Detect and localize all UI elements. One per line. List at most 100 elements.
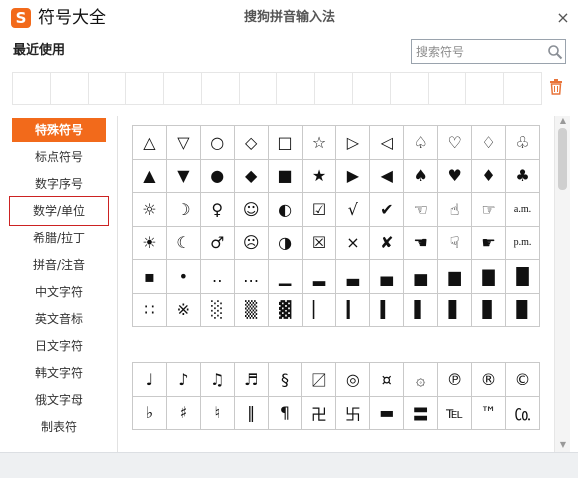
symbol-cell[interactable]: △	[132, 125, 167, 160]
sidebar-item[interactable]: 拼音/注音	[12, 253, 106, 277]
symbol-cell[interactable]: ♀	[199, 192, 235, 227]
symbol-cell[interactable]: ▇	[471, 259, 506, 294]
symbol-cell[interactable]: ★	[301, 158, 337, 193]
symbol-cell[interactable]: ▊	[471, 292, 506, 327]
symbol-cell[interactable]: ▎	[335, 292, 371, 327]
symbol-cell[interactable]: ▒	[233, 292, 269, 327]
symbol-cell[interactable]: ◎	[335, 362, 371, 397]
symbol-cell[interactable]: ▉	[504, 292, 541, 327]
symbol-cell[interactable]: …	[233, 259, 269, 294]
symbol-cell[interactable]: ♤	[403, 125, 439, 160]
symbol-cell[interactable]: ☒	[301, 225, 337, 260]
symbol-cell[interactable]: ☚	[403, 225, 439, 260]
symbol-cell[interactable]: ▍	[369, 292, 405, 327]
recent-symbol-cell[interactable]	[126, 73, 165, 104]
symbol-cell[interactable]: ♯	[165, 395, 201, 430]
close-button[interactable]: ×	[555, 10, 571, 26]
scrollbar[interactable]: ▲ ▼	[554, 116, 570, 452]
sidebar-item[interactable]: 中文字符	[12, 280, 106, 304]
symbol-cell[interactable]: ℡	[437, 395, 473, 430]
symbol-cell[interactable]: ♢	[471, 125, 506, 160]
symbol-cell[interactable]: ▪	[132, 259, 167, 294]
recent-symbol-cell[interactable]	[164, 73, 202, 104]
symbol-cell[interactable]: ▬	[369, 395, 405, 430]
symbol-cell[interactable]: ▋	[437, 292, 473, 327]
symbol-cell[interactable]: ▼	[165, 158, 201, 193]
symbol-cell[interactable]: ◑	[267, 225, 303, 260]
symbol-cell[interactable]: ☆	[301, 125, 337, 160]
symbol-cell[interactable]: ♂	[199, 225, 235, 260]
symbol-cell[interactable]: ▆	[437, 259, 473, 294]
scroll-down-arrow-icon[interactable]: ▼	[558, 440, 568, 450]
symbol-cell[interactable]: ◀	[369, 158, 405, 193]
recent-symbol-cell[interactable]	[466, 73, 505, 104]
symbol-cell[interactable]: ♬	[233, 362, 269, 397]
recent-symbol-cell[interactable]	[353, 73, 391, 104]
symbol-cell[interactable]: ▌	[403, 292, 439, 327]
recent-symbol-cell[interactable]	[89, 73, 127, 104]
symbol-cell[interactable]: ▃	[335, 259, 371, 294]
sidebar-item[interactable]: 数学/单位	[9, 196, 109, 226]
symbol-cell[interactable]: ◆	[233, 158, 269, 193]
symbol-cell[interactable]: ☛	[471, 225, 506, 260]
symbol-cell[interactable]: p.m.	[504, 225, 541, 260]
recent-symbol-cell[interactable]	[202, 73, 240, 104]
search-box[interactable]	[411, 39, 566, 64]
symbol-cell[interactable]: §	[267, 362, 303, 397]
symbol-cell[interactable]: ▂	[301, 259, 337, 294]
symbol-cell[interactable]: □	[267, 125, 303, 160]
symbol-cell[interactable]: ℗	[437, 362, 473, 397]
recent-symbol-cell[interactable]	[429, 73, 467, 104]
symbol-cell[interactable]: ♥	[437, 158, 473, 193]
search-icon[interactable]	[547, 44, 563, 60]
recent-symbol-cell[interactable]	[391, 73, 429, 104]
symbol-cell[interactable]: ☹	[233, 225, 269, 260]
symbol-cell[interactable]: ¶	[267, 395, 303, 430]
symbol-cell[interactable]: ✔	[369, 192, 405, 227]
symbol-cell[interactable]: ۞	[403, 362, 439, 397]
symbol-cell[interactable]: ▽	[165, 125, 201, 160]
sidebar-item[interactable]: 特殊符号	[12, 118, 106, 142]
symbol-cell[interactable]: ♫	[199, 362, 235, 397]
symbol-cell[interactable]: ☞	[471, 192, 506, 227]
sidebar-item[interactable]: 标点符号	[12, 145, 106, 169]
sidebar-item[interactable]: 数字序号	[12, 172, 106, 196]
symbol-cell[interactable]: ▓	[267, 292, 303, 327]
symbol-cell[interactable]: ♩	[132, 362, 167, 397]
recent-symbol-cell[interactable]	[240, 73, 278, 104]
symbol-cell[interactable]: ▄	[369, 259, 405, 294]
symbol-cell[interactable]: ¤	[369, 362, 405, 397]
search-input[interactable]	[416, 43, 544, 61]
symbol-cell[interactable]: ▁	[267, 259, 303, 294]
symbol-cell[interactable]: ■	[267, 158, 303, 193]
symbol-cell[interactable]: ‥	[199, 259, 235, 294]
symbol-cell[interactable]: ☑	[301, 192, 337, 227]
sidebar-item[interactable]: 韩文字符	[12, 361, 106, 385]
symbol-cell[interactable]: 卍	[301, 395, 337, 430]
symbol-cell[interactable]: 〓	[403, 395, 439, 430]
symbol-cell[interactable]: ∷	[132, 292, 167, 327]
symbol-cell[interactable]: ×	[335, 225, 371, 260]
symbol-cell[interactable]: ▶	[335, 158, 371, 193]
symbol-cell[interactable]: ✘	[369, 225, 405, 260]
symbol-cell[interactable]: ©	[504, 362, 541, 397]
recent-symbol-cell[interactable]	[315, 73, 354, 104]
symbol-cell[interactable]: ☺	[233, 192, 269, 227]
symbol-cell[interactable]: ♡	[437, 125, 473, 160]
symbol-cell[interactable]: ♮	[199, 395, 235, 430]
symbol-cell[interactable]: ㏇	[504, 395, 541, 430]
symbol-cell[interactable]: ◁	[369, 125, 405, 160]
sidebar-item[interactable]: 英文音标	[12, 307, 106, 331]
symbol-cell[interactable]: ▅	[403, 259, 439, 294]
symbol-cell[interactable]: █	[504, 259, 541, 294]
recent-symbol-cell[interactable]	[277, 73, 316, 104]
symbol-cell[interactable]: ☀	[132, 225, 167, 260]
sidebar-item[interactable]: 日文字符	[12, 334, 106, 358]
symbol-cell[interactable]: ░	[199, 292, 235, 327]
symbol-cell[interactable]: •	[165, 259, 201, 294]
recent-symbol-cell[interactable]	[504, 73, 541, 104]
symbol-cell[interactable]: ♠	[403, 158, 439, 193]
recent-symbol-cell[interactable]	[51, 73, 89, 104]
symbol-cell[interactable]: ☜	[403, 192, 439, 227]
symbol-cell[interactable]: ☽	[165, 192, 201, 227]
